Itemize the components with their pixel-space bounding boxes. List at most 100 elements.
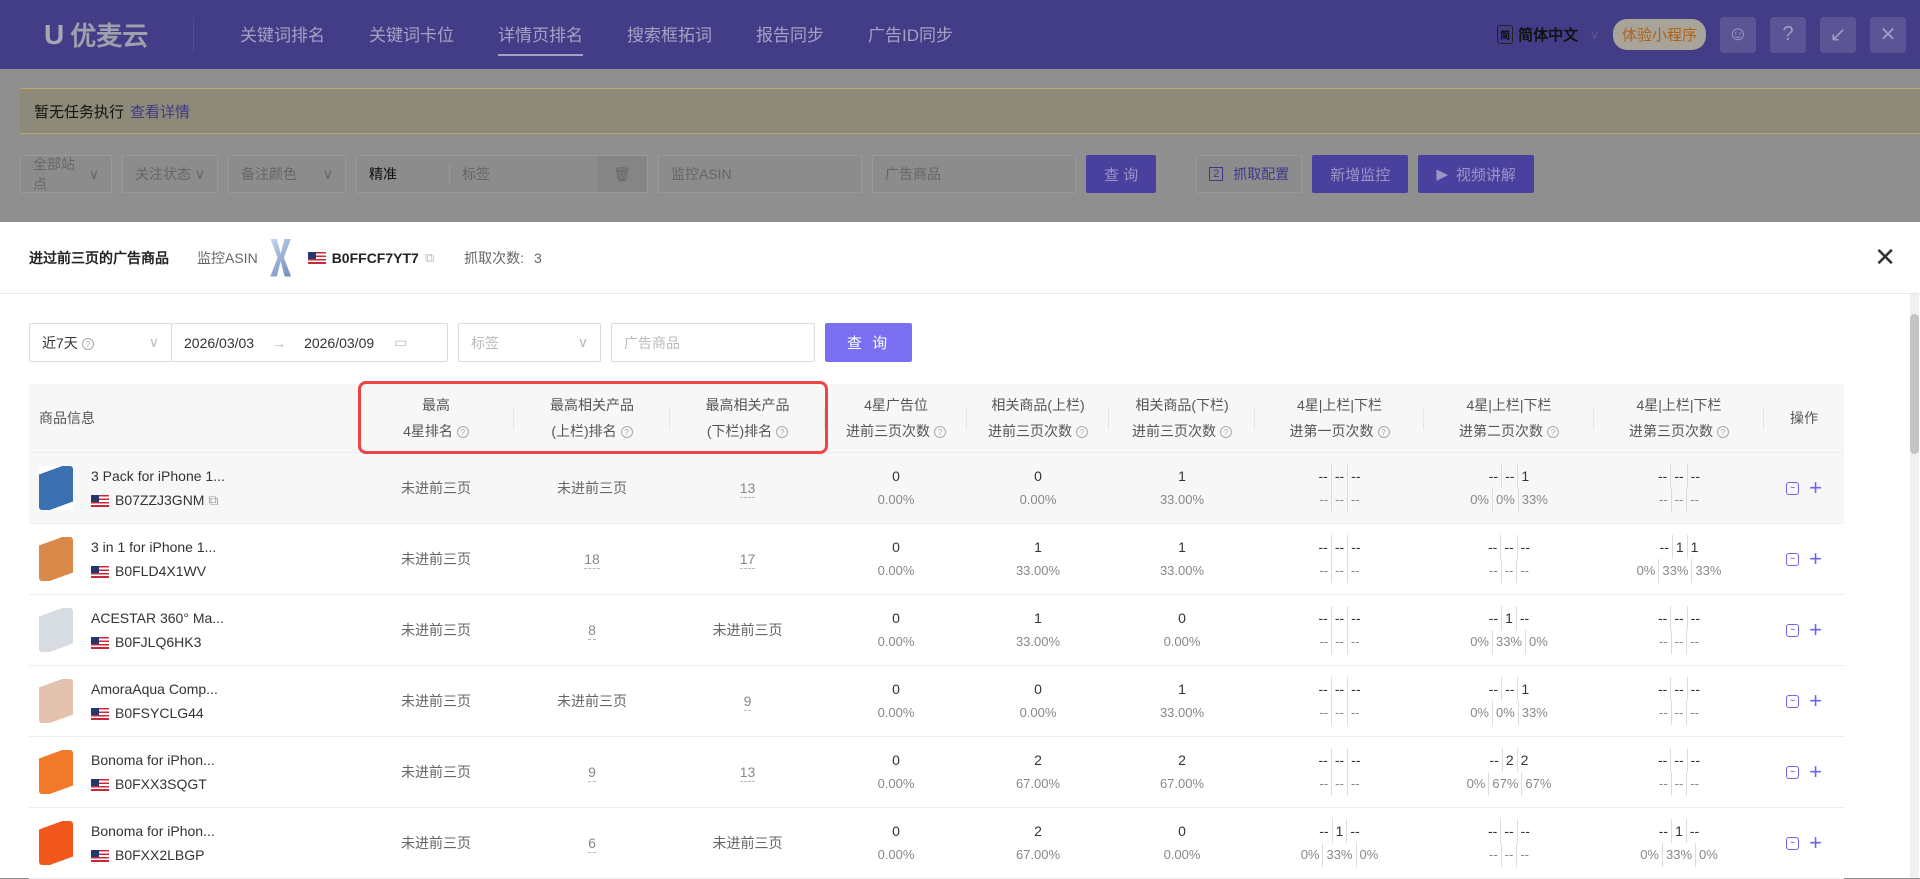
mini-program-button[interactable]: 体验小程序	[1612, 19, 1706, 50]
product-asin-line: B0FJLQ6HK3	[91, 630, 224, 654]
add-icon[interactable]: +	[1809, 690, 1822, 712]
help-icon[interactable]: ?	[1547, 426, 1559, 439]
count-cell: 0 0.00%	[825, 666, 967, 736]
count-cell: 1 33.00%	[1109, 453, 1255, 523]
add-icon[interactable]: +	[1809, 761, 1822, 783]
count-cell: 1 33.00%	[967, 595, 1109, 665]
segment-value: --	[1520, 539, 1530, 555]
help-icon[interactable]: ?	[620, 426, 633, 439]
monitor-asin-input[interactable]: 监控ASIN	[658, 155, 862, 193]
rank-link[interactable]: 9	[588, 763, 596, 782]
count-value: 1	[1178, 468, 1186, 484]
background-filters: 全部站点 ∨ 关注状态 ∨ 备注颜色 ∨ 精准 标签 🗑 监控ASIN 广告商品 查 …	[20, 155, 1544, 193]
product-asin[interactable]: B0FJLQ6HK3	[115, 634, 201, 650]
column-header: 4星|上栏|下栏 进第一页次数?	[1255, 384, 1424, 452]
add-icon[interactable]: +	[1809, 477, 1822, 499]
help-icon[interactable]: ?	[1220, 426, 1232, 439]
nav-item[interactable]: 详情页排名	[498, 13, 583, 56]
rank-link[interactable]: 8	[588, 621, 596, 640]
trend-chart-icon[interactable]: ~	[1786, 694, 1800, 708]
fetch-config-button[interactable]: 2 抓取配置	[1196, 155, 1303, 193]
product-name[interactable]: ACESTAR 360° Ma...	[91, 606, 224, 630]
product-asin[interactable]: B0FXX2LBGP	[115, 847, 205, 863]
minimize-icon[interactable]: ↙	[1820, 16, 1856, 53]
help-icon[interactable]: ?	[1377, 426, 1390, 439]
nav-item[interactable]: 关键词卡位	[369, 13, 454, 56]
video-tutorial-button[interactable]: ▶ 视频讲解	[1418, 155, 1534, 193]
external-link-icon[interactable]: ⧉	[425, 250, 434, 266]
product-asin[interactable]: B0FXX3SQGT	[115, 776, 207, 792]
external-link-icon[interactable]: ⧉	[204, 492, 218, 508]
query-button[interactable]: 查 询	[825, 323, 913, 362]
follow-status-select[interactable]: 关注状态 ∨	[122, 155, 218, 193]
rank-cell: 8	[514, 595, 670, 665]
scrollbar-thumb[interactable]	[1910, 314, 1919, 454]
count-percent: 0.00%	[1019, 705, 1057, 720]
tag-select[interactable]: 标签	[449, 164, 597, 184]
segment-value: --	[1520, 563, 1529, 578]
rank-link[interactable]: 13	[739, 763, 756, 782]
nav-item[interactable]: 广告ID同步	[868, 13, 953, 56]
match-select[interactable]: 精准	[357, 164, 449, 184]
trend-chart-icon[interactable]: ~	[1786, 765, 1800, 779]
rank-link[interactable]: 17	[739, 550, 756, 569]
product-name[interactable]: 3 in 1 for iPhone 1...	[91, 535, 216, 559]
config-icon: 2	[1209, 167, 1224, 181]
close-window-icon[interactable]: ✕	[1870, 16, 1906, 53]
help-icon[interactable]: ?	[1076, 426, 1088, 439]
help-icon[interactable]: ?	[776, 426, 789, 439]
product-asin-line: B0FLD4X1WV	[91, 559, 216, 583]
product-name[interactable]: Bonoma for iPhon...	[91, 748, 215, 772]
trash-icon[interactable]: 🗑	[597, 156, 647, 192]
site-select[interactable]: 全部站点 ∨	[20, 155, 112, 193]
product-name[interactable]: 3 Pack for iPhone 1...	[91, 464, 225, 488]
product-asin[interactable]: B0FLD4X1WV	[115, 563, 206, 579]
ad-product-input[interactable]: 广告商品	[872, 155, 1076, 193]
add-icon[interactable]: +	[1809, 832, 1822, 854]
language-selector[interactable]: 简简体中文 ∨	[1497, 24, 1599, 45]
help-icon[interactable]: ?	[1717, 426, 1729, 439]
product-image	[39, 466, 73, 510]
product-name[interactable]: Bonoma for iPhon...	[91, 819, 215, 843]
trend-chart-icon[interactable]: ~	[1786, 481, 1800, 495]
tag-select[interactable]: 标签 ∨	[458, 323, 601, 362]
help-icon[interactable]: ?	[934, 426, 946, 439]
rank-link[interactable]: 18	[584, 550, 600, 569]
segment-value: 0%	[1467, 488, 1493, 512]
rank-cell: 18	[514, 524, 670, 594]
product-asin[interactable]: B0FSYCLG44	[115, 705, 204, 721]
rank-link[interactable]: 13	[739, 479, 756, 498]
trend-chart-icon[interactable]: ~	[1786, 623, 1800, 637]
help-icon[interactable]: ?	[1770, 16, 1806, 53]
help-icon[interactable]: ?	[456, 426, 469, 439]
note-color-select[interactable]: 备注颜色 ∨	[228, 155, 346, 193]
task-notice: 暂无任务执行 查看详情	[20, 88, 1920, 134]
query-button[interactable]: 查 询	[1086, 155, 1157, 193]
user-icon[interactable]: ☺	[1720, 16, 1756, 53]
product-info-cell: ACESTAR 360° Ma... B0FJLQ6HK3	[29, 595, 358, 665]
header-text: 4星|上栏|下栏	[1296, 397, 1383, 413]
rank-cell: 未进前三页	[358, 453, 514, 523]
product-name[interactable]: AmoraAqua Comp...	[91, 677, 218, 701]
product-text: 3 Pack for iPhone 1... B07ZZJ3GNM ⧉	[91, 464, 225, 512]
product-asin[interactable]: B07ZZJ3GNM	[115, 492, 204, 508]
date-range-select[interactable]: 近7天? ∨	[29, 323, 172, 362]
trend-chart-icon[interactable]: ~	[1786, 836, 1800, 850]
add-icon[interactable]: +	[1809, 619, 1822, 641]
rank-link[interactable]: 9	[743, 692, 752, 711]
close-icon[interactable]: ✕	[1874, 242, 1896, 273]
scrollbar[interactable]	[1910, 294, 1919, 878]
add-icon[interactable]: +	[1809, 548, 1822, 570]
nav-item[interactable]: 搜索框拓词	[627, 13, 712, 56]
rank-link[interactable]: 6	[588, 834, 596, 853]
nav-item[interactable]: 关键词排名	[240, 13, 325, 56]
header-line: 进前三页次数?	[1132, 418, 1232, 444]
nav-item[interactable]: 报告同步	[756, 13, 824, 56]
ad-product-input[interactable]: 广告商品	[611, 323, 815, 362]
header-text: 相关商品(上栏)	[991, 397, 1085, 413]
rank-cell: 未进前三页	[358, 666, 514, 736]
view-details-link[interactable]: 查看详情	[130, 101, 190, 122]
add-monitor-button[interactable]: 新增监控	[1312, 155, 1409, 193]
trend-chart-icon[interactable]: ~	[1786, 552, 1800, 566]
date-picker[interactable]: 2026/03/03 → 2026/03/09 ▭	[172, 323, 448, 362]
